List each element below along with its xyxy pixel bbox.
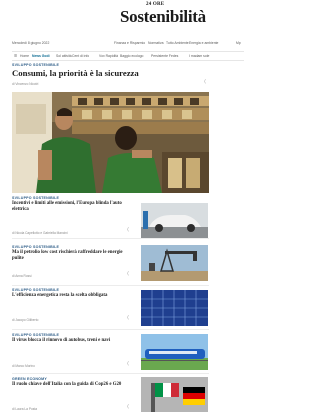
nav-item-5[interactable]: Persistente Fedes: [151, 54, 178, 58]
lead-kicker: SVILUPPO SOSTENIBILE: [12, 63, 60, 67]
divider: [12, 373, 209, 374]
nav-item-3[interactable]: Vox Rapidità: [99, 54, 118, 58]
share-icon[interactable]: ⟨: [204, 80, 209, 85]
lead-image[interactable]: [12, 92, 209, 193]
story-item[interactable]: GREEN ECONOMY Il ruolo chiave dell'Itali…: [12, 377, 209, 412]
nav-item-4[interactable]: Baggio ecologo: [120, 54, 143, 58]
flags-image: [141, 377, 208, 412]
story-kicker: SVILUPPO SOSTENIBILE: [12, 288, 60, 292]
story-item[interactable]: SVILUPPO SOSTENIBILE Il virus blocca il …: [12, 333, 209, 375]
hero-photo: [12, 92, 209, 193]
top-link-more[interactable]: Mp: [236, 41, 241, 45]
electric-car-image: [141, 203, 208, 239]
nav-item-active[interactable]: News Godi: [32, 54, 50, 58]
story-thumbnail[interactable]: [141, 203, 208, 239]
top-link-finance[interactable]: Finanza e Risparmio: [114, 41, 145, 45]
story-title[interactable]: Il virus blocca il rinnovo di autobus, t…: [12, 338, 134, 344]
story-author: di Nicola Capellotto e Gabriella Mancini: [12, 231, 68, 235]
story-kicker: SVILUPPO SOSTENIBILE: [12, 333, 60, 337]
solar-panel-image: [141, 290, 208, 326]
train-image: [141, 334, 208, 370]
story-thumbnail[interactable]: [141, 334, 208, 370]
story-author: di Marco Morino: [12, 364, 35, 368]
story-title[interactable]: Il ruolo chiave dell'Italia con la guida…: [12, 382, 134, 388]
lead-author: di Vincenzo Nicotri: [12, 82, 39, 86]
story-author: di Laura La Posta: [12, 407, 37, 411]
top-link-law[interactable]: Normativa: [148, 41, 163, 45]
section-nav: ☰ Home News Godi Sol attività Cent di in…: [12, 51, 244, 61]
masthead-title[interactable]: Sostenibilità: [120, 7, 206, 27]
story-kicker: SVILUPPO SOSTENIBILE: [12, 245, 60, 249]
story-title[interactable]: Ma il petrolio low cost rischierà raffre…: [12, 250, 134, 262]
story-item[interactable]: SVILUPPO SOSTENIBILE Ma il petrolio low …: [12, 245, 209, 287]
story-thumbnail[interactable]: [141, 377, 208, 412]
nav-item-1[interactable]: Sol attività: [56, 54, 72, 58]
story-item[interactable]: SVILUPPO SOSTENIBILE L'efficienza energe…: [12, 288, 209, 328]
story-item[interactable]: SVILUPPO SOSTENIBILE Incentivi e limiti …: [12, 196, 209, 240]
top-link-energy[interactable]: Energia e ambiente: [189, 41, 218, 45]
top-link-environment[interactable]: Tutto Ambiente: [166, 41, 189, 45]
share-icon[interactable]: ⟨: [127, 405, 132, 410]
nav-item-6[interactable]: I madam sole: [189, 54, 209, 58]
share-icon[interactable]: ⟨: [127, 272, 132, 277]
story-kicker: SVILUPPO SOSTENIBILE: [12, 196, 60, 200]
date-bar: Mercoledì 8 giugno 2022 Finanza e Rispar…: [12, 41, 244, 49]
divider: [12, 285, 209, 286]
nav-icon-menu[interactable]: ☰: [14, 54, 17, 58]
nav-home[interactable]: Home: [20, 54, 29, 58]
lead-title[interactable]: Consumi, la priorità è la sicurezza: [12, 68, 212, 78]
story-thumbnail[interactable]: [141, 290, 208, 326]
story-kicker: GREEN ECONOMY: [12, 377, 47, 381]
current-date: Mercoledì 8 giugno 2022: [12, 41, 50, 45]
story-author: di Jacopo Giliberto: [12, 318, 39, 322]
share-icon[interactable]: ⟨: [127, 228, 132, 233]
story-author: di Anna Rossi: [12, 274, 32, 278]
nav-item-2[interactable]: Cent di info: [72, 54, 89, 58]
divider: [12, 329, 209, 330]
share-icon[interactable]: ⟨: [127, 362, 132, 367]
page: 24 ORE Sostenibilità Mercoledì 8 giugno …: [0, 0, 246, 412]
oil-pump-image: [141, 245, 208, 281]
story-thumbnail[interactable]: [141, 245, 208, 281]
story-title[interactable]: L'efficienza energetica resta la scelta …: [12, 293, 134, 299]
story-title[interactable]: Incentivi e limiti alle emissioni, l'Eur…: [12, 201, 134, 213]
share-icon[interactable]: ⟨: [127, 316, 132, 321]
divider: [12, 238, 209, 239]
